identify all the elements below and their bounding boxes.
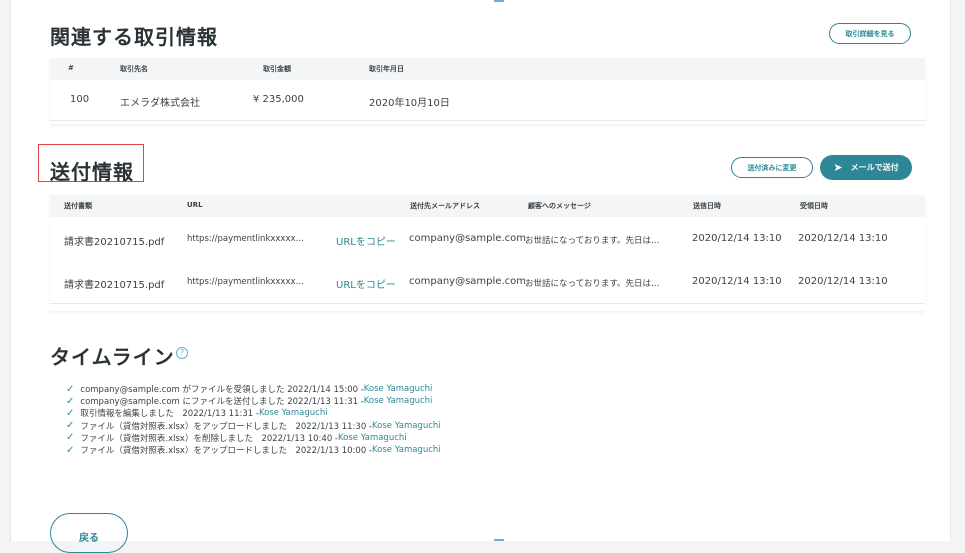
timeline-item: ✓ company@sample.com にファイルを送付しました 2022/1… — [66, 395, 441, 408]
related-table: # 取引先名 取引金額 取引年月日 100 エメラダ株式会社 ¥ 235,000… — [50, 58, 925, 124]
guide-marker-top — [494, 0, 504, 2]
timeline-text: company@sample.com がファイルを受領しました 2022/1/1… — [80, 385, 364, 396]
cell-email: company@sample.com — [409, 233, 526, 244]
timeline-user-link[interactable]: Kose Yamaguchi — [372, 445, 441, 455]
copy-url-link[interactable]: URLをコピー — [336, 233, 396, 248]
cell-message: お世話になっております。先日は… — [525, 236, 660, 246]
cell-document: 請求書20210715.pdf — [64, 280, 165, 291]
timeline-user-link[interactable]: Kose Yamaguchi — [259, 408, 328, 418]
table-row[interactable]: 100 エメラダ株式会社 ¥ 235,000 2020年10月10日 — [50, 80, 925, 121]
related-section-title: 関連する取引情報 — [50, 25, 218, 49]
timeline-text: company@sample.com にファイルを送付しました 2022/1/1… — [80, 397, 364, 408]
cell-document: 請求書20210715.pdf — [64, 237, 165, 248]
cell-url: https://paymentlinkxxxxx… — [187, 277, 305, 287]
col-header-email: 送付先メールアドレス — [410, 202, 480, 210]
cell-url: https://paymentlinkxxxxx… — [187, 234, 305, 244]
timeline-item: ✓ company@sample.com がファイルを受領しました 2022/1… — [66, 383, 441, 396]
col-header-message: 顧客へのメッセージ — [528, 202, 591, 210]
send-by-mail-label: メールで送付 — [850, 163, 899, 172]
check-icon: ✓ — [66, 420, 75, 432]
cell-received-at: 2020/12/14 13:10 — [798, 276, 888, 287]
cell-partner: エメラダ株式会社 — [120, 98, 200, 109]
send-table: 送付書類 URL 送付先メールアドレス 顧客へのメッセージ 送信日時 受領日時 … — [50, 195, 925, 311]
timeline-section-title: タイムライン — [50, 345, 175, 369]
back-button[interactable]: 戻る — [50, 513, 128, 553]
cell-message: お世話になっております。先日は… — [525, 279, 660, 289]
timeline-list: ✓ company@sample.com がファイルを受領しました 2022/1… — [66, 383, 441, 456]
check-icon: ✓ — [66, 395, 75, 407]
timeline-item: ✓ 取引情報を編集しました 2022/1/13 11:31 - Kose Yam… — [66, 407, 441, 420]
timeline-user-link[interactable]: Kose Yamaguchi — [338, 433, 407, 443]
cell-number: 100 — [70, 94, 90, 105]
scrollbar-track[interactable] — [950, 0, 965, 541]
col-header-sent-at: 送信日時 — [693, 202, 721, 210]
timeline-item: ✓ ファイル（貸借対照表.xlsx）をアップロードしました 2022/1/13 … — [66, 444, 441, 457]
view-transaction-detail-button[interactable]: 取引詳細を見る — [829, 23, 911, 44]
col-header-amount: 取引金額 — [263, 65, 291, 73]
check-icon: ✓ — [66, 444, 75, 456]
timeline-user-link[interactable]: Kose Yamaguchi — [364, 396, 433, 406]
timeline-text: 取引情報を編集しました 2022/1/13 11:31 - — [80, 409, 259, 420]
help-icon[interactable]: ? — [176, 347, 188, 359]
timeline-user-link[interactable]: Kose Yamaguchi — [364, 384, 433, 394]
cell-sent-at: 2020/12/14 13:10 — [692, 276, 782, 287]
check-icon: ✓ — [66, 432, 75, 444]
col-header-received-at: 受領日時 — [800, 202, 828, 210]
cell-date: 2020年10月10日 — [369, 98, 450, 109]
col-header-url: URL — [187, 201, 203, 209]
cell-amount: ¥ 235,000 — [253, 94, 304, 105]
table-header: # 取引先名 取引金額 取引年月日 — [50, 58, 925, 80]
table-row[interactable]: 請求書20210715.pdf https://paymentlinkxxxxx… — [50, 217, 925, 261]
timeline-item: ✓ ファイル（貸借対照表.xlsx）を削除しました 2022/1/13 10:4… — [66, 432, 441, 444]
table-header: 送付書類 URL 送付先メールアドレス 顧客へのメッセージ 送信日時 受領日時 — [50, 195, 925, 217]
mark-as-sent-button[interactable]: 送付済みに変更 — [731, 157, 813, 178]
col-header-document: 送付書類 — [64, 202, 92, 210]
timeline-text: ファイル（貸借対照表.xlsx）をアップロードしました 2022/1/13 11… — [80, 421, 372, 432]
cell-received-at: 2020/12/14 13:10 — [798, 233, 888, 244]
col-header-date: 取引年月日 — [369, 65, 404, 73]
timeline-user-link[interactable]: Kose Yamaguchi — [372, 421, 441, 431]
check-icon: ✓ — [66, 407, 75, 419]
timeline-item: ✓ ファイル（貸借対照表.xlsx）をアップロードしました 2022/1/13 … — [66, 420, 441, 432]
table-row[interactable]: 請求書20210715.pdf https://paymentlinkxxxxx… — [50, 260, 925, 304]
cell-email: company@sample.com — [409, 276, 526, 287]
check-icon: ✓ — [66, 383, 75, 395]
paper-plane-icon: ➤ — [833, 161, 843, 174]
timeline-text: ファイル（貸借対照表.xlsx）を削除しました 2022/1/13 10:40 … — [80, 433, 338, 444]
cell-sent-at: 2020/12/14 13:10 — [692, 233, 782, 244]
col-header-partner: 取引先名 — [120, 65, 148, 73]
timeline-text: ファイル（貸借対照表.xlsx）をアップロードしました 2022/1/13 10… — [80, 446, 372, 457]
copy-url-link[interactable]: URLをコピー — [336, 276, 396, 291]
send-by-mail-button[interactable]: ➤ メールで送付 — [820, 155, 912, 180]
col-header-number: # — [68, 64, 74, 72]
send-section-title: 送付情報 — [50, 160, 134, 184]
